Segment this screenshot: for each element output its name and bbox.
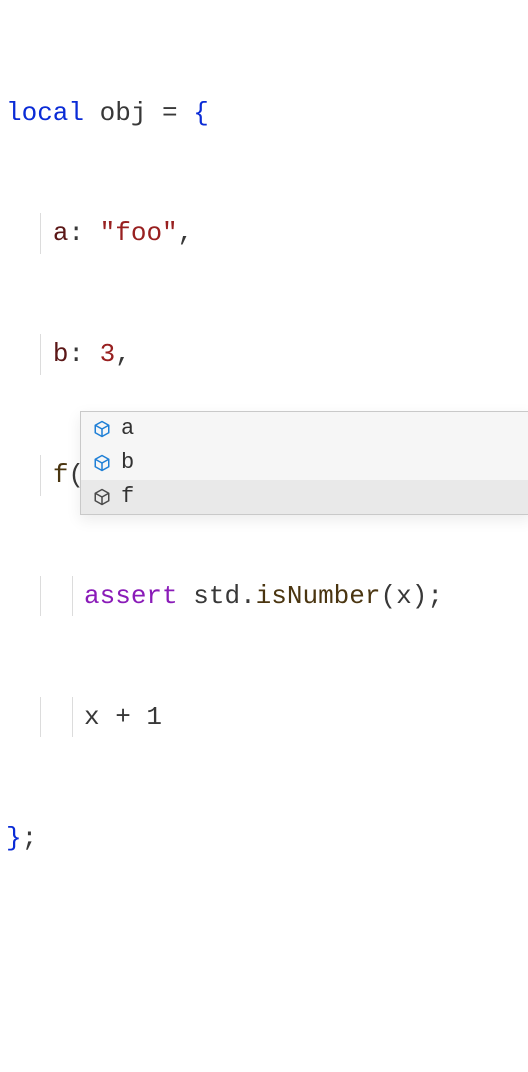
keyword-assert: assert	[84, 581, 178, 611]
brace-open: {	[193, 98, 209, 128]
code-line: local obj = {	[6, 93, 522, 133]
cube-icon	[93, 454, 111, 472]
autocomplete-label: f	[121, 486, 134, 508]
autocomplete-item-a[interactable]: a	[81, 412, 528, 446]
code-line: a: "foo",	[6, 213, 522, 253]
cube-icon	[93, 488, 111, 506]
autocomplete-item-f[interactable]: f	[81, 480, 528, 514]
function-f: f	[53, 460, 69, 490]
code-line	[6, 1060, 522, 1072]
cube-icon	[93, 420, 111, 438]
code-line: x + 1	[6, 697, 522, 737]
identifier-obj: obj	[100, 98, 147, 128]
number-literal: 3	[100, 339, 116, 369]
code-line: };	[6, 818, 522, 858]
field-a: a	[53, 218, 69, 248]
expr-x-plus-1: x + 1	[84, 702, 162, 732]
code-line: assert std.isNumber(x);	[6, 576, 522, 616]
code-line	[6, 939, 522, 979]
call-isnumber: isNumber	[256, 581, 381, 611]
code-line: b: 3,	[6, 334, 522, 374]
string-literal: "foo"	[100, 218, 178, 248]
brace-close: }	[6, 823, 22, 853]
autocomplete-popup[interactable]: a b f	[80, 411, 528, 515]
field-b: b	[53, 339, 69, 369]
keyword-local: local	[6, 98, 84, 128]
autocomplete-item-b[interactable]: b	[81, 446, 528, 480]
autocomplete-label: b	[121, 452, 134, 474]
code-editor[interactable]: local obj = { a: "foo", b: 3, f(x): asse…	[6, 12, 522, 1072]
autocomplete-label: a	[121, 418, 134, 440]
